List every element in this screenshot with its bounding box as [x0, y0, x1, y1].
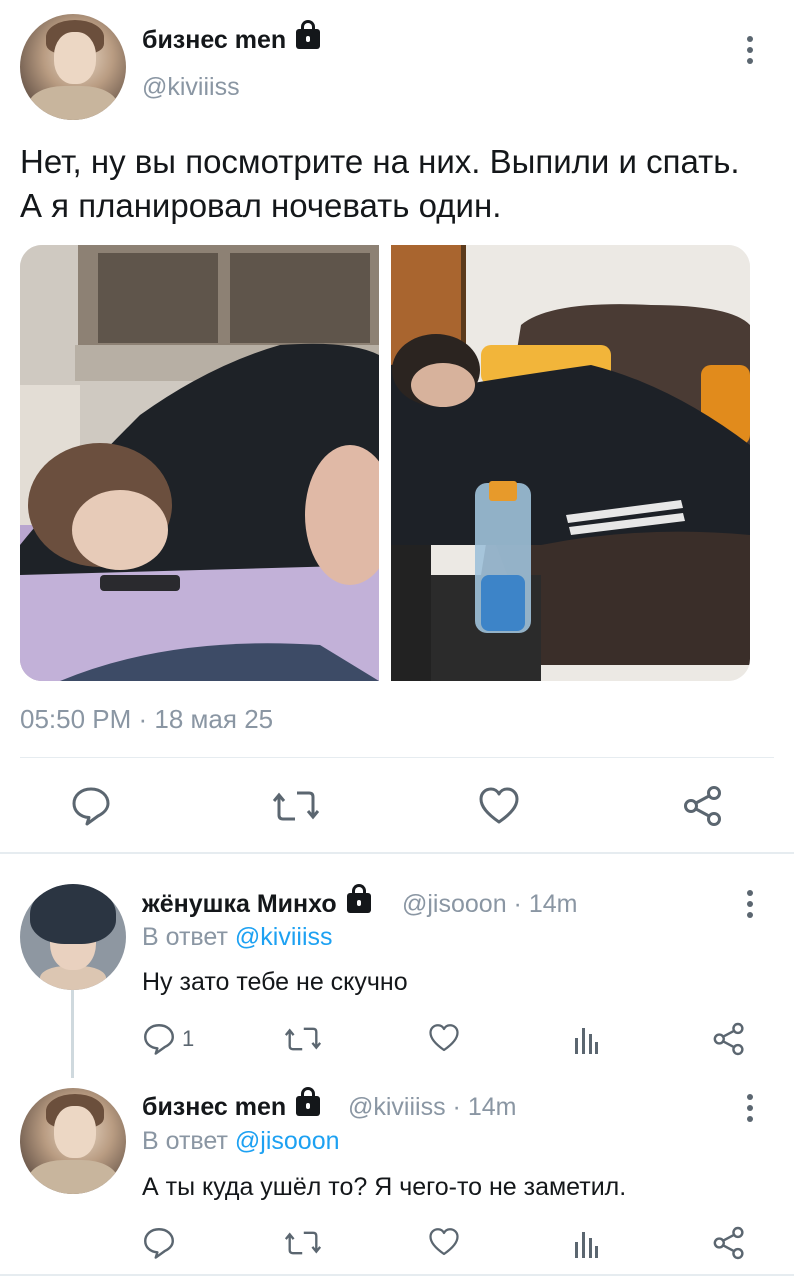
- reply-to-line: В ответ @jisooon: [142, 1127, 340, 1155]
- author-handle[interactable]: @kiviiiss: [142, 73, 240, 102]
- section-divider: [0, 1274, 794, 1276]
- more-options-icon[interactable]: [747, 890, 753, 923]
- reply-count: 1: [182, 1026, 195, 1051]
- tweet-text: Нет, ну вы посмотрите на них. Выпили и с…: [20, 143, 740, 224]
- reply-handle-time[interactable]: @jisooon · 14m: [402, 890, 577, 919]
- retweet-icon[interactable]: [285, 1024, 321, 1054]
- retweet-icon[interactable]: [273, 787, 319, 825]
- like-icon[interactable]: [428, 1227, 460, 1257]
- divider: [20, 757, 774, 758]
- tweet-timestamp: 05:50 PM · 18 мая 25: [20, 704, 274, 734]
- lock-icon: [346, 884, 371, 913]
- lock-icon: [296, 1087, 321, 1116]
- reply-author-avatar[interactable]: [20, 1088, 126, 1194]
- like-icon[interactable]: [428, 1023, 460, 1053]
- share-icon[interactable]: [712, 1226, 746, 1260]
- more-options-icon[interactable]: [747, 36, 753, 69]
- like-icon[interactable]: [478, 786, 520, 826]
- share-icon[interactable]: [682, 785, 724, 827]
- analytics-icon[interactable]: [573, 1024, 599, 1054]
- reply-icon[interactable]: [142, 1022, 176, 1056]
- reply-text: А ты куда ушёл то? Я чего-то не заметил.: [142, 1173, 627, 1201]
- reply-author-avatar[interactable]: [20, 884, 126, 990]
- thread-connector: [71, 990, 74, 1078]
- reply-text: Ну зато тебе не скучно: [142, 968, 408, 996]
- reply-to-mention[interactable]: @kiviiiss: [235, 923, 333, 951]
- reply-to-line: В ответ @kiviiiss: [142, 923, 333, 951]
- reply-to-mention[interactable]: @jisooon: [235, 1127, 340, 1155]
- share-icon[interactable]: [712, 1022, 746, 1056]
- more-options-icon[interactable]: [747, 1094, 753, 1127]
- photo-person-sleeping-on-sofa: [391, 245, 750, 681]
- tweet-photo-2[interactable]: [391, 245, 750, 681]
- lock-icon: [296, 20, 321, 49]
- tweet-photo-1[interactable]: [20, 245, 379, 681]
- author-avatar[interactable]: [20, 14, 126, 120]
- reply-author-name[interactable]: жёнушка Минхо: [142, 884, 371, 919]
- photo-person-sleeping-on-floor: [20, 245, 379, 681]
- reply-icon[interactable]: [142, 1226, 176, 1260]
- retweet-icon[interactable]: [285, 1228, 321, 1258]
- main-tweet: бизнес men @kiviiiss Нет, ну вы посмотри…: [0, 0, 794, 852]
- reply-icon[interactable]: [70, 785, 112, 827]
- reply-author-name[interactable]: бизнес men: [142, 1087, 321, 1122]
- section-divider: [0, 852, 794, 854]
- author-name[interactable]: бизнес men: [142, 20, 321, 55]
- reply-handle-time[interactable]: @kiviiiss · 14m: [348, 1093, 516, 1122]
- analytics-icon[interactable]: [573, 1228, 599, 1258]
